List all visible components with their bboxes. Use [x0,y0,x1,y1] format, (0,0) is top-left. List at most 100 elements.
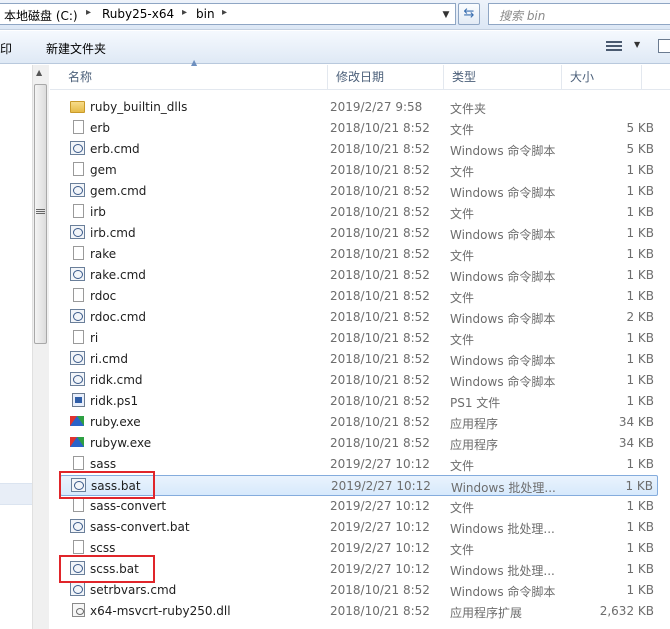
view-dropdown-icon[interactable]: ▼ [634,40,640,49]
file-size: 1 KB [626,289,654,303]
file-name: sass-convert.bat [90,520,190,534]
file-row[interactable]: rake.cmd 2018/10/21 8:52 Windows 命令脚本 1 KB [60,265,658,286]
breadcrumb-chevron-icon[interactable]: ▸ [182,7,187,18]
address-bar[interactable]: 本地磁盘 (C:) ▸ Ruby25-x64 ▸ bin ▸ ▼ [0,3,456,25]
file-icon [73,456,84,470]
file-row[interactable]: rdoc 2018/10/21 8:52 文件 1 KB [60,286,658,307]
file-row[interactable]: ri 2018/10/21 8:52 文件 1 KB [60,328,658,349]
file-row[interactable]: gem 2018/10/21 8:52 文件 1 KB [60,160,658,181]
breadcrumb-segment-bin[interactable]: bin [196,7,215,21]
file-size: 1 KB [626,541,654,555]
file-size: 1 KB [626,499,654,513]
new-folder-button[interactable]: 新建文件夹 [46,40,106,57]
file-size: 1 KB [626,373,654,387]
file-size: 2,632 KB [599,604,654,618]
file-type: Windows 命令脚本 [450,228,556,242]
file-row[interactable]: ri.cmd 2018/10/21 8:52 Windows 命令脚本 1 KB [60,349,658,370]
file-row[interactable]: ridk.cmd 2018/10/21 8:52 Windows 命令脚本 1 KB [60,370,658,391]
file-row[interactable]: rubyw.exe 2018/10/21 8:52 应用程序 34 KB [60,433,658,454]
file-row[interactable]: setrbvars.cmd 2018/10/21 8:52 Windows 命令脚本… [60,580,658,601]
file-size: 5 KB [626,121,654,135]
command-toolbar: 打印 新建文件夹 ▼ [0,31,670,64]
file-type: 文件 [450,249,475,263]
file-name: ri.cmd [90,352,128,366]
file-date: 2018/10/21 8:52 [330,352,430,366]
file-row[interactable]: sass-convert 2019/2/27 10:12 文件 1 KB [60,496,658,517]
file-type: Windows 命令脚本 [450,585,556,599]
file-row[interactable]: rdoc.cmd 2018/10/21 8:52 Windows 命令脚本 2 KB [60,307,658,328]
file-size: 1 KB [625,479,653,493]
column-header-date[interactable]: 修改日期 [328,65,444,90]
file-date: 2018/10/21 8:52 [330,394,430,408]
file-type: 文件 [450,459,475,473]
cmd-script-icon [70,141,85,155]
file-date: 2018/10/21 8:52 [330,163,430,177]
file-icon [73,498,84,512]
file-icon [73,120,84,134]
file-size: 1 KB [626,394,654,408]
annotation-highlight-box [59,471,155,499]
file-type: 文件 [450,543,475,557]
file-size: 1 KB [626,184,654,198]
file-type: 文件 [450,291,475,305]
file-row[interactable]: ruby.exe 2018/10/21 8:52 应用程序 34 KB [60,412,658,433]
file-name: ridk.cmd [90,373,143,387]
file-row[interactable]: sass-convert.bat 2019/2/27 10:12 Windows 批… [60,517,658,538]
breadcrumb-chevron-icon[interactable]: ▸ [86,7,91,18]
file-size: 5 KB [626,142,654,156]
file-size: 1 KB [626,268,654,282]
refresh-button[interactable]: ⇆ [458,3,480,25]
cmd-script-icon [70,183,85,197]
navigation-pane[interactable] [0,65,32,629]
file-type: 文件 [450,123,475,137]
file-row[interactable]: irb.cmd 2018/10/21 8:52 Windows 命令脚本 1 KB [60,223,658,244]
file-size: 1 KB [626,520,654,534]
cmd-script-icon [70,351,85,365]
file-size: 1 KB [626,562,654,576]
preview-pane-icon[interactable] [658,39,670,53]
file-row[interactable]: erb.cmd 2018/10/21 8:52 Windows 命令脚本 5 KB [60,139,658,160]
file-type: Windows 批处理... [450,564,555,578]
column-header-name[interactable]: 名称 [60,65,328,90]
dll-icon [72,603,85,617]
file-date: 2019/2/27 10:12 [330,541,430,555]
file-name: rubyw.exe [90,436,152,450]
file-date: 2018/10/21 8:52 [330,436,430,450]
file-row[interactable]: ridk.ps1 2018/10/21 8:52 PS1 文件 1 KB [60,391,658,412]
file-row[interactable]: ruby_builtin_dlls 2019/2/27 9:58 文件夹 [60,97,658,118]
print-button[interactable]: 打印 [0,40,12,57]
file-name: erb.cmd [90,142,140,156]
file-row[interactable]: x64-msvcrt-ruby250.dll 2018/10/21 8:52 应用程… [60,601,658,622]
scroll-up-arrow-icon[interactable]: ▲ [36,68,42,77]
view-options-icon[interactable] [606,39,622,53]
file-name: ri [90,331,99,345]
nav-selected-item[interactable] [0,483,32,505]
address-history-dropdown-icon[interactable]: ▼ [438,7,454,23]
file-type: Windows 命令脚本 [450,312,556,326]
breadcrumb-segment-drive[interactable]: 本地磁盘 (C:) [4,7,78,24]
file-row[interactable]: gem.cmd 2018/10/21 8:52 Windows 命令脚本 1 KB [60,181,658,202]
file-row[interactable]: irb 2018/10/21 8:52 文件 1 KB [60,202,658,223]
refresh-icon: ⇆ [463,6,475,21]
file-size: 34 KB [618,436,654,450]
column-header-size[interactable]: 大小 [562,65,642,90]
file-row[interactable]: rake 2018/10/21 8:52 文件 1 KB [60,244,658,265]
file-size: 2 KB [626,310,654,324]
search-input[interactable]: 搜索 bin [488,3,670,25]
batch-file-icon [70,519,85,533]
file-date: 2019/2/27 10:12 [330,457,430,471]
file-name: setrbvars.cmd [90,583,177,597]
file-date: 2018/10/21 8:52 [330,121,430,135]
file-size: 34 KB [618,415,654,429]
file-type: 文件 [450,207,475,221]
column-header-type[interactable]: 类型 [444,65,562,90]
breadcrumb-chevron-icon[interactable]: ▸ [222,7,227,18]
file-date: 2018/10/21 8:52 [330,205,430,219]
annotation-highlight-box [59,555,155,583]
file-name: sass [90,457,117,471]
file-size: 1 KB [626,457,654,471]
file-date: 2019/2/27 10:12 [331,479,431,493]
file-row[interactable]: erb 2018/10/21 8:52 文件 5 KB [60,118,658,139]
file-type: 文件 [450,501,475,515]
breadcrumb-segment-ruby[interactable]: Ruby25-x64 [102,7,174,21]
